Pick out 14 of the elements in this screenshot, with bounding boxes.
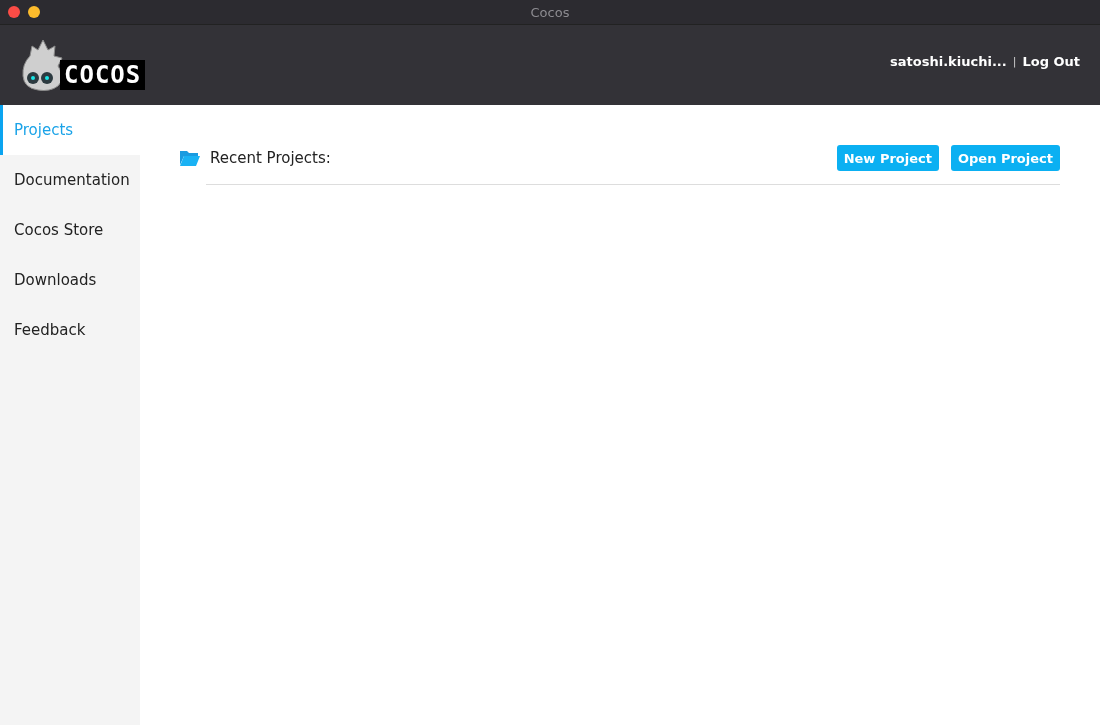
sidebar-item[interactable]: Documentation xyxy=(0,155,140,205)
close-icon[interactable] xyxy=(8,6,20,18)
section-heading: Recent Projects: xyxy=(210,149,331,167)
window-title: Cocos xyxy=(530,4,570,20)
minimize-icon[interactable] xyxy=(28,6,40,18)
username: satoshi.kiuchi... xyxy=(890,53,1007,69)
sidebar-item[interactable]: Downloads xyxy=(0,255,140,305)
mascot-icon xyxy=(20,38,66,92)
sidebar-item[interactable]: Feedback xyxy=(0,305,140,355)
folder-icon xyxy=(180,150,200,166)
logo-wordmark: COCOS xyxy=(60,60,146,90)
logout-link[interactable]: Log Out xyxy=(1022,53,1080,69)
separator: | xyxy=(1012,54,1017,68)
sidebar-item[interactable]: Cocos Store xyxy=(0,205,140,255)
